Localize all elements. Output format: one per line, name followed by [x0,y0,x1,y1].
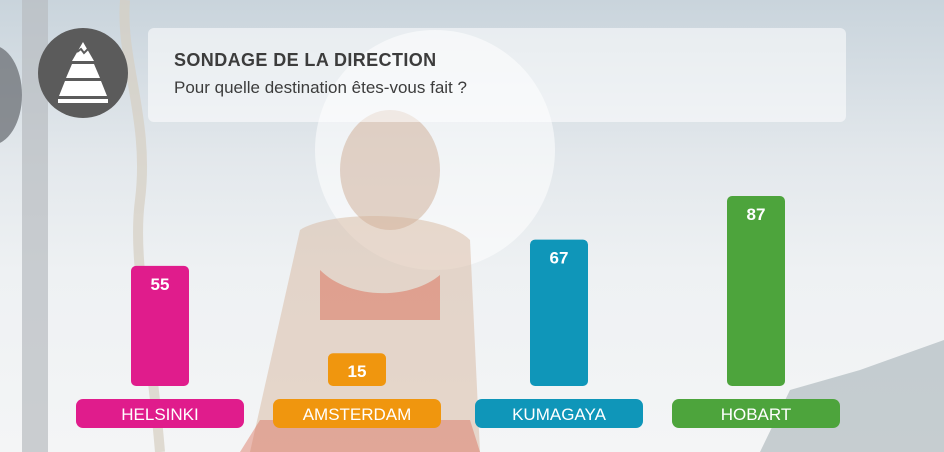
bar-value-hobart: 87 [747,205,766,224]
category-label-kumagaya: KUMAGAYA [512,405,606,424]
category-label-amsterdam: AMSTERDAM [303,405,412,424]
bar-hobart [727,196,785,386]
bar-value-kumagaya: 67 [550,249,569,268]
category-label-hobart: HOBART [721,405,792,424]
bar-chart: 55 HELSINKI 15 AMSTERDAM 67 KUMAGAYA 87 HOBART [76,196,840,428]
category-label-helsinki: HELSINKI [121,405,198,424]
bar-value-helsinki: 55 [151,275,170,294]
bar-value-amsterdam: 15 [348,362,367,381]
